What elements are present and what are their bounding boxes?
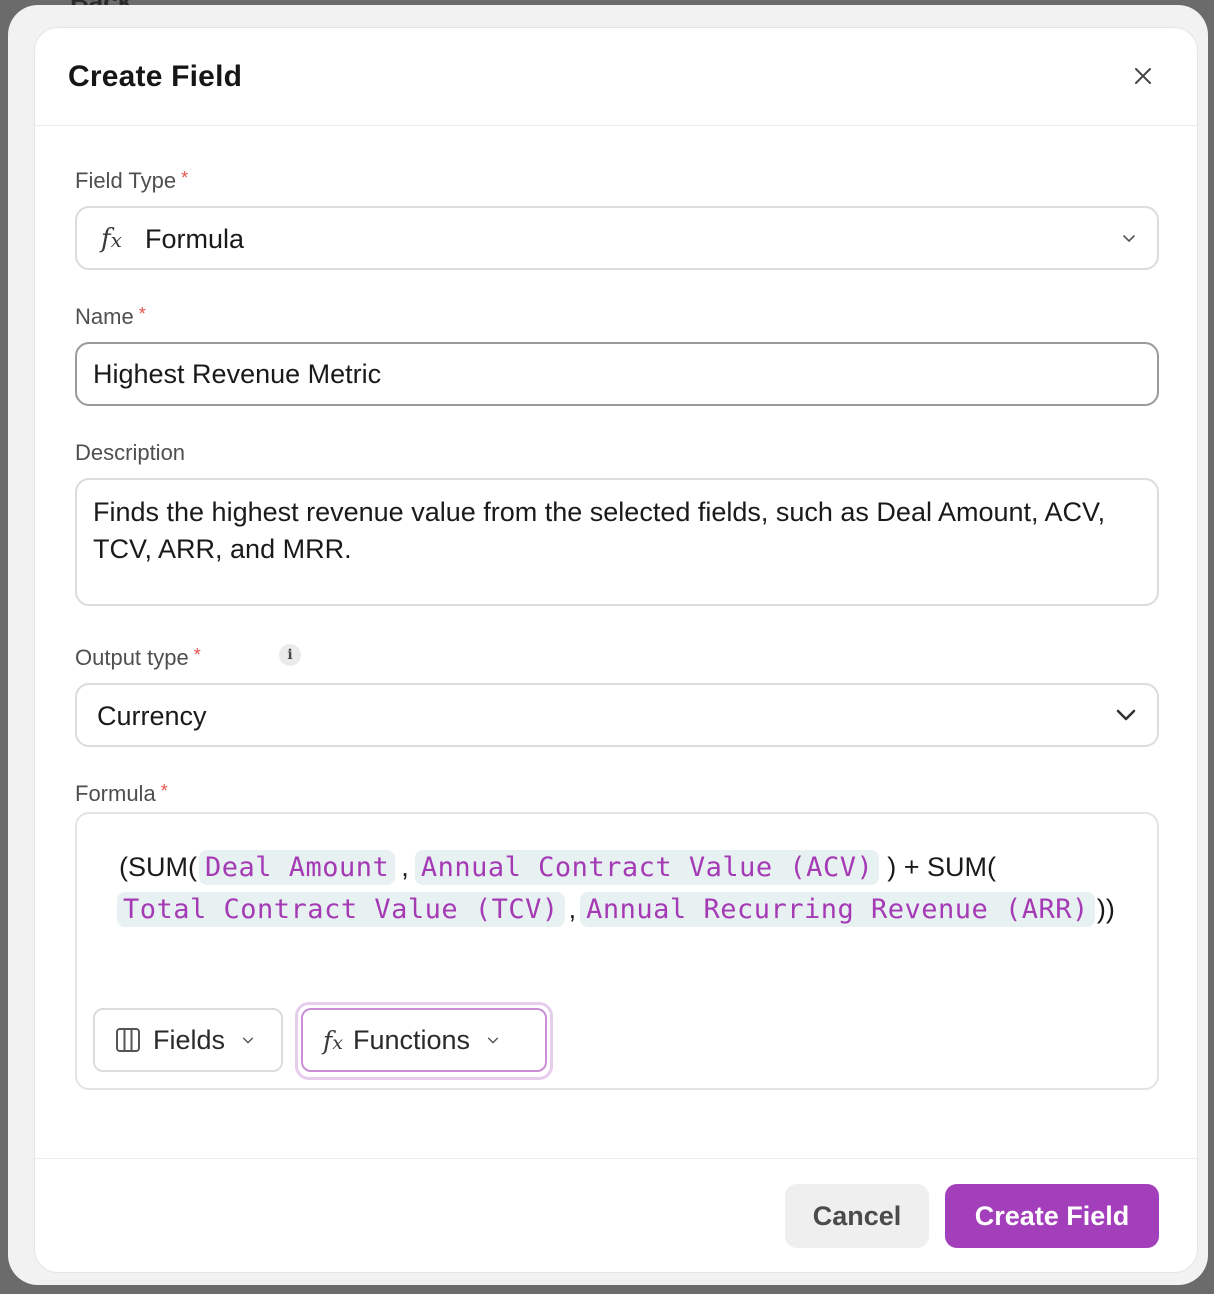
create-field-button[interactable]: Create Field — [945, 1184, 1159, 1248]
description-label: Description — [75, 440, 185, 466]
formula-text: , — [401, 852, 409, 882]
formula-field-token[interactable]: Annual Recurring Revenue (ARR) — [580, 892, 1095, 927]
formula-text: , — [568, 894, 577, 924]
required-marker: * — [160, 781, 168, 801]
name-input[interactable]: Highest Revenue Metric — [75, 342, 1159, 406]
chevron-down-icon — [486, 1033, 500, 1047]
formula-text: (SUM( — [119, 852, 197, 882]
close-icon[interactable] — [1129, 62, 1157, 90]
description-value[interactable]: Finds the highest revenue value from the… — [93, 494, 1137, 568]
formula-label: Formula * — [75, 781, 168, 807]
functions-button[interactable]: fx Functions — [301, 1008, 547, 1072]
formula-line-1: (SUM( Deal Amount , Annual Contract Valu… — [117, 850, 998, 885]
formula-editor[interactable]: (SUM( Deal Amount , Annual Contract Valu… — [75, 812, 1159, 1090]
formula-label-text: Formula — [75, 781, 156, 806]
name-value[interactable]: Highest Revenue Metric — [93, 359, 381, 390]
field-type-label-text: Field Type — [75, 168, 177, 193]
cancel-button[interactable]: Cancel — [785, 1184, 929, 1248]
formula-text: ) + SUM( — [887, 852, 996, 882]
chevron-down-icon — [1115, 705, 1137, 730]
name-label-text: Name — [75, 304, 134, 329]
field-type-value: Formula — [145, 224, 245, 254]
create-field-modal: Create Field Field Type * fx Formula Name… — [34, 27, 1198, 1273]
modal-header: Create Field — [35, 28, 1197, 126]
modal-frame: Create Field Field Type * fx Formula Name… — [8, 5, 1208, 1285]
output-type-value: Currency — [97, 701, 207, 731]
formula-line-2: Total Contract Value (TCV) , Annual Recu… — [117, 892, 1117, 927]
output-type-label: Output type * i — [75, 644, 301, 671]
formula-field-token[interactable]: Total Contract Value (TCV) — [117, 892, 565, 927]
fx-icon: fx — [101, 224, 122, 254]
fx-icon: fx — [323, 1025, 343, 1055]
columns-icon — [115, 1027, 141, 1053]
functions-button-label: Functions — [352, 1024, 471, 1055]
fields-button[interactable]: Fields — [93, 1008, 283, 1072]
formula-field-token[interactable]: Annual Contract Value (ACV) — [414, 850, 880, 885]
output-type-label-text: Output type — [75, 645, 189, 670]
info-icon[interactable]: i — [279, 644, 301, 666]
field-type-select[interactable]: fx Formula — [75, 206, 1159, 270]
required-marker: * — [138, 304, 146, 324]
output-type-select[interactable]: Currency — [75, 683, 1159, 747]
name-label: Name * — [75, 304, 146, 330]
footer-divider — [35, 1158, 1197, 1159]
chevron-down-icon — [1121, 230, 1137, 251]
required-marker: * — [193, 645, 201, 665]
fields-button-label: Fields — [153, 1024, 226, 1055]
modal-title: Create Field — [68, 60, 243, 93]
description-textarea[interactable]: Finds the highest revenue value from the… — [75, 478, 1159, 606]
description-label-text: Description — [75, 440, 186, 465]
field-type-label: Field Type * — [75, 168, 188, 194]
formula-text: )) — [1096, 894, 1115, 924]
formula-field-token[interactable]: Deal Amount — [198, 850, 396, 885]
chevron-down-icon — [241, 1033, 255, 1047]
required-marker: * — [181, 168, 189, 188]
